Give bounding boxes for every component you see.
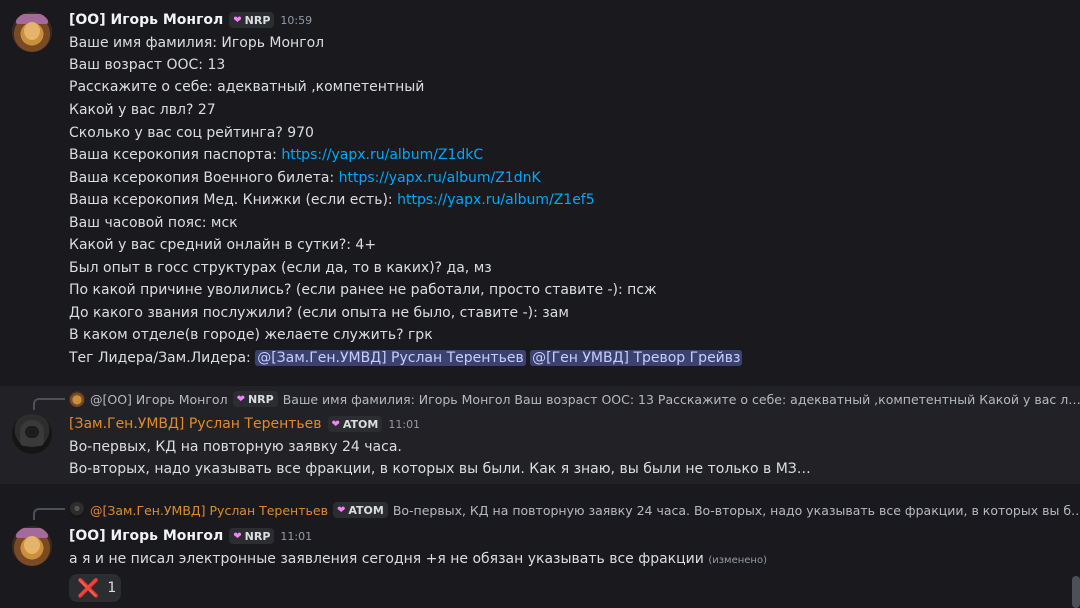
message-line: а я и не писал электронные заявления сег… [69, 551, 767, 567]
heart-icon: ❤ [236, 393, 245, 405]
message-line: До какого звания послужили? (если опыта … [69, 305, 569, 321]
author-name[interactable]: [Зам.Ген.УМВД] Руслан Терентьев [69, 416, 322, 432]
reply-author[interactable]: @[Зам.Ген.УМВД] Руслан Терентьев [90, 503, 328, 518]
military-id-link[interactable]: https://yapx.ru/album/Z1dnK [339, 170, 541, 186]
message-line: Ваша ксерокопия Военного билета: https:/… [69, 170, 541, 186]
message-line: Тег Лидера/Зам.Лидера: @[Зам.Ген.УМВД] Р… [69, 350, 743, 366]
author-name[interactable]: [ОО] Игорь Монгол [69, 12, 223, 28]
reply-preview[interactable]: @[ОО] Игорь Монгол ❤ NRP Ваше имя фамилия… [69, 390, 1080, 408]
message-line: По какой причине уволились? (если ранее … [69, 282, 657, 298]
avatar-ruslan[interactable] [12, 414, 52, 454]
message-header: [Зам.Ген.УМВД] Руслан Терентьев ❤ ATOM 11… [69, 414, 420, 434]
message-line: Ваш часовой пояс: мск [69, 215, 238, 231]
message-line: Ваше имя фамилия: Игорь Монгол [69, 35, 325, 51]
message-line: Ваша ксерокопия Мед. Книжки (если есть):… [69, 192, 595, 208]
reply-preview[interactable]: @[Зам.Ген.УМВД] Руслан Терентьев ❤ ATOM В… [69, 501, 1080, 519]
author-name[interactable]: [ОО] Игорь Монгол [69, 528, 223, 544]
message-header: [ОО] Игорь Монгол ❤ NRP 10:59 [69, 10, 312, 30]
edited-label: (изменено) [708, 555, 767, 566]
heart-icon: ❤ [336, 504, 346, 516]
message-2: @[ОО] Игорь Монгол ❤ NRP Ваше имя фамилия… [0, 386, 1080, 484]
role-tag: ❤ NRP [232, 391, 278, 407]
message-line: Ваш возраст ООС: 13 [69, 57, 226, 73]
role-tag: ❤ ATOM [332, 502, 388, 518]
role-tag[interactable]: ❤ NRP [229, 528, 275, 544]
reaction-button[interactable]: ❌ 1 [69, 574, 121, 602]
heart-icon: ❤ [233, 14, 242, 26]
avatar-igor[interactable] [12, 12, 52, 52]
reply-text: Во-первых, КД на повторную заявку 24 час… [392, 502, 1080, 518]
message-line: Какой у вас лвл? 27 [69, 102, 216, 118]
passport-link[interactable]: https://yapx.ru/album/Z1dkC [281, 147, 483, 163]
medical-book-link[interactable]: https://yapx.ru/album/Z1ef5 [397, 192, 595, 208]
reply-text: Ваше имя фамилия: Игорь Монгол Ваш возра… [282, 391, 1080, 407]
message-line: Ваша ксерокопия паспорта: https://yapx.r… [69, 147, 484, 163]
message-line: Во-вторых, надо указывать все фракции, в… [69, 461, 811, 477]
reply-author[interactable]: @[ОО] Игорь Монгол [90, 392, 228, 407]
timestamp: 11:01 [280, 529, 313, 543]
reaction-count: 1 [107, 580, 117, 596]
message-1: [ОО] Игорь Монгол ❤ NRP 10:59 Ваше имя фа… [0, 8, 1080, 374]
reply-avatar [69, 502, 85, 518]
message-line: Во-первых, КД на повторную заявку 24 час… [69, 439, 402, 455]
cross-mark-icon: ❌ [77, 577, 100, 599]
mention-trevor[interactable]: @[Ген УМВД] Тревор Грейвз [530, 350, 743, 366]
message-line: В каком отделе(в городе) желаете служить… [69, 327, 433, 343]
message-3: @[Зам.Ген.УМВД] Руслан Терентьев ❤ ATOM В… [0, 498, 1080, 608]
timestamp: 11:01 [388, 417, 421, 431]
mention-ruslan[interactable]: @[Зам.Ген.УМВД] Руслан Терентьев [255, 350, 526, 366]
message-line: Расскажите о себе: адекватный ,компетент… [69, 79, 425, 95]
heart-icon: ❤ [331, 418, 340, 430]
avatar-igor[interactable] [12, 526, 52, 566]
role-tag[interactable]: ❤ NRP [229, 12, 275, 28]
role-tag[interactable]: ❤ ATOM [327, 416, 383, 432]
message-line: Какой у вас средний онлайн в сутки?: 4+ [69, 237, 377, 253]
message-line: Был опыт в госс структурах (если да, то … [69, 260, 492, 276]
timestamp: 10:59 [280, 13, 313, 27]
message-header: [ОО] Игорь Монгол ❤ NRP 11:01 [69, 526, 312, 546]
heart-icon: ❤ [233, 530, 242, 542]
reply-avatar [69, 391, 85, 407]
message-line: Сколько у вас соц рейтинга? 970 [69, 125, 314, 141]
scrollbar-thumb[interactable] [1072, 576, 1080, 608]
